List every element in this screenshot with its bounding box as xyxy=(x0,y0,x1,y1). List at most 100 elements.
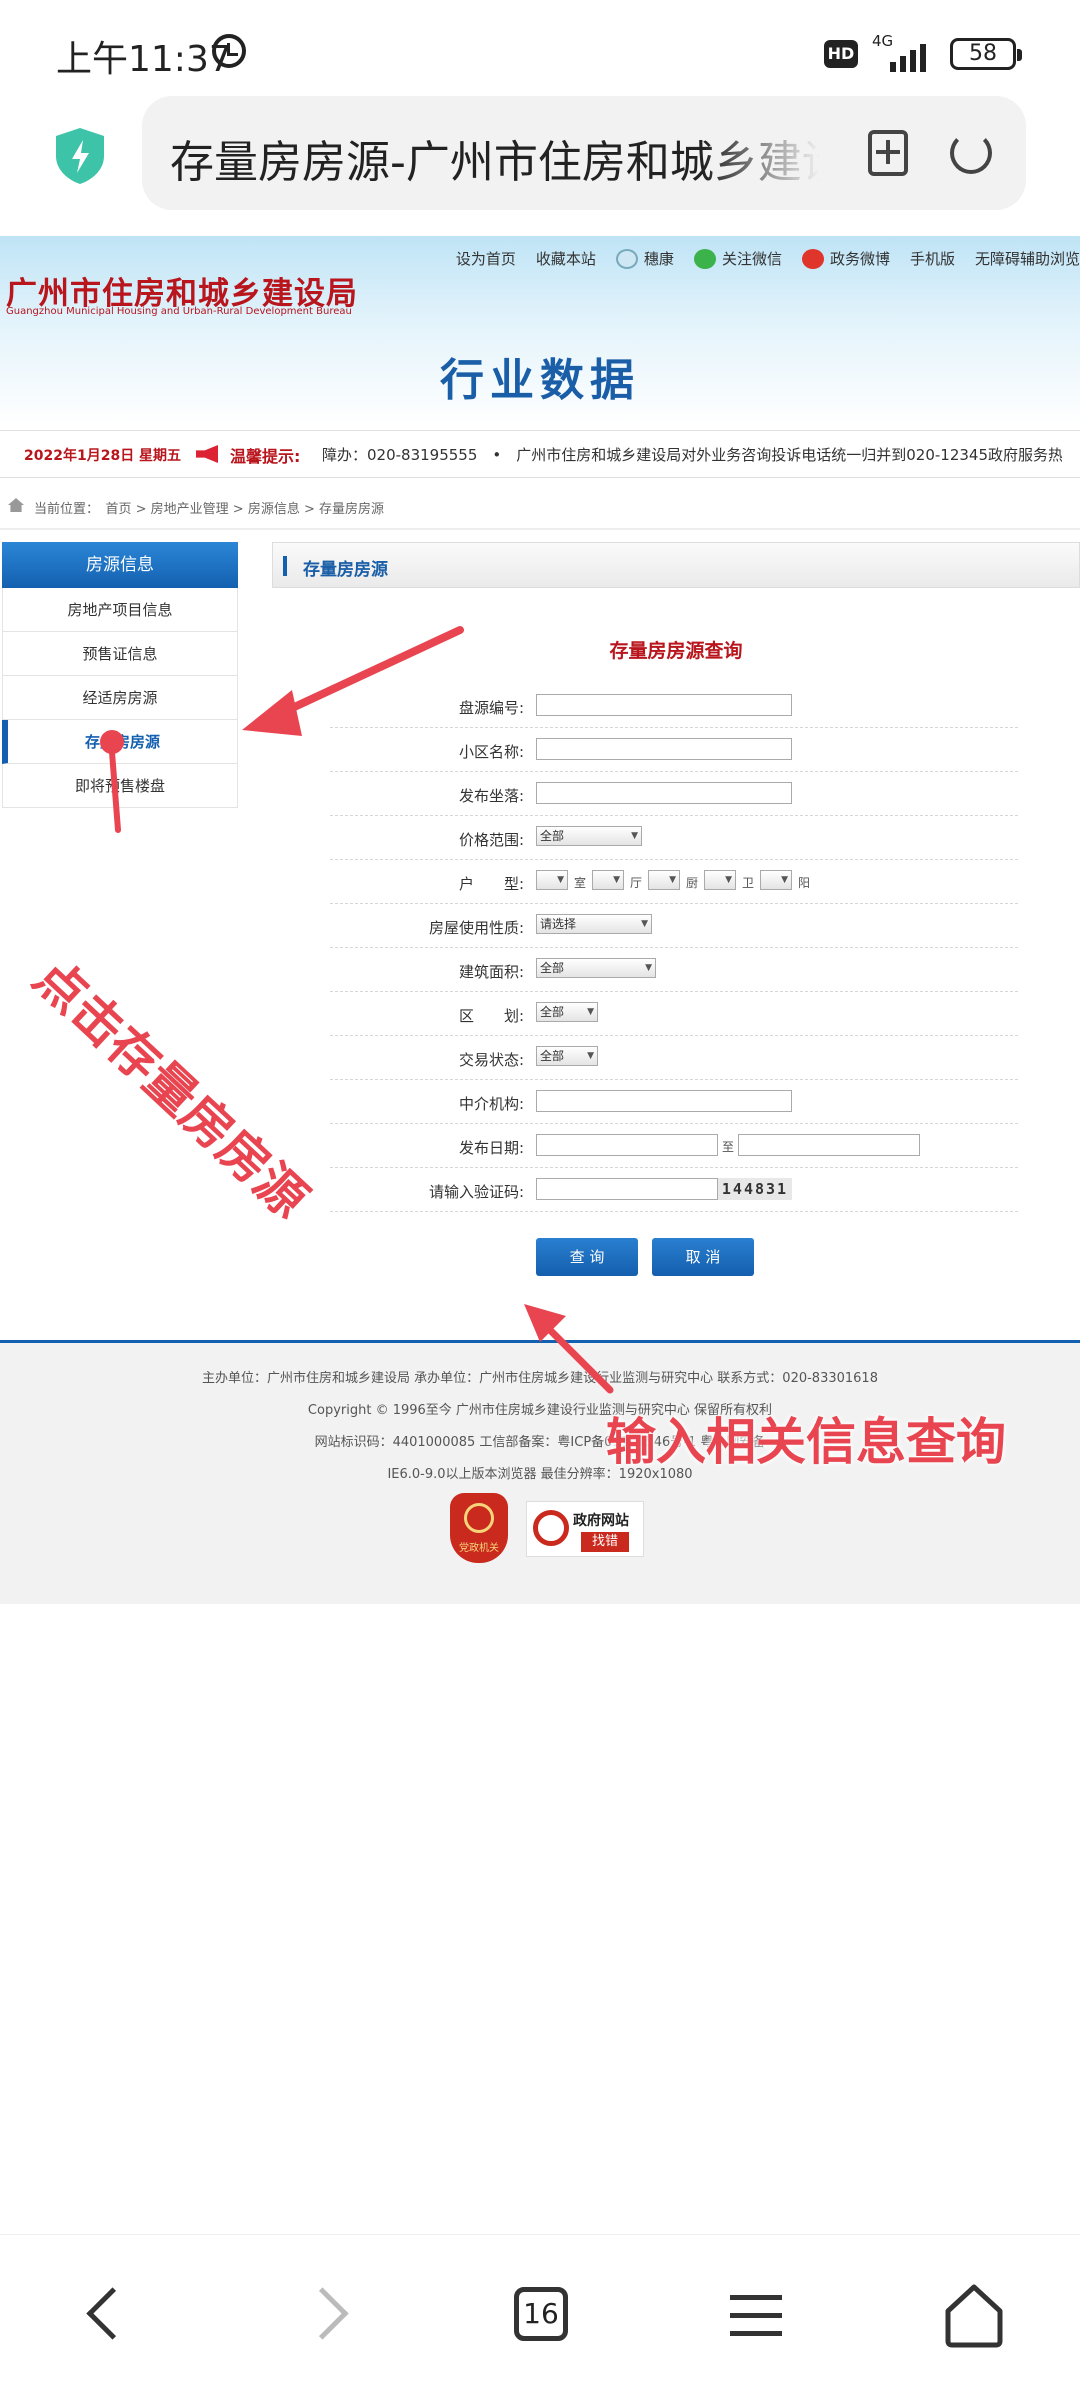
area-select[interactable]: 全部 xyxy=(536,958,656,978)
page-title[interactable]: 存量房房源-广州市住房和城乡建设局-行业数据 xyxy=(170,126,820,190)
tabs-button[interactable]: 16 xyxy=(500,2275,580,2355)
label-captcha: 请输入验证码: xyxy=(428,1183,524,1201)
site-logo-en: Guangzhou Municipal Housing and Urban-Ru… xyxy=(6,306,352,317)
label-community: 小区名称: xyxy=(458,743,524,761)
sidebar-item-affordable[interactable]: 经适房房源 xyxy=(2,676,238,720)
form-row-location: 发布坐落: xyxy=(330,772,1018,816)
notice-bar: 2022年1月28日 星期五 温馨提示: 障办：020-83195555 • 广… xyxy=(0,430,1080,478)
header-accent xyxy=(283,556,287,576)
home-button[interactable] xyxy=(934,2275,1014,2355)
unit-kitchen: 厨 xyxy=(686,876,699,890)
weibo-icon xyxy=(801,248,824,269)
baths-select[interactable] xyxy=(704,870,736,890)
status-time: 上午11:37 xyxy=(56,39,232,80)
community-input[interactable] xyxy=(536,738,792,760)
sidebar-title: 房源信息 xyxy=(2,542,238,588)
date-separator: 至 xyxy=(722,1140,735,1154)
gov-site-label: 政府网站 xyxy=(573,1513,629,1529)
notice-date: 2022年1月28日 星期五 xyxy=(24,448,182,464)
form-row-layout: 户 型: 室 厅 厨 卫 阳 xyxy=(330,860,1018,904)
form-row-area: 建筑面积: 全部 xyxy=(330,948,1018,992)
panel-title: 存量房房源 xyxy=(303,560,388,580)
breadcrumb-trail[interactable]: 当前位置： 首页 > 房地产业管理 > 房源信息 > 存量房房源 xyxy=(34,498,384,517)
network-type: 4G xyxy=(872,32,894,50)
form-row-date: 发布日期: 至 xyxy=(330,1124,1018,1168)
cancel-button[interactable]: 取 消 xyxy=(652,1238,754,1276)
annotation-query-hint: 输入相关信息查询 xyxy=(606,1413,1006,1471)
sidebar-item-upcoming-presale[interactable]: 即将预售楼盘 xyxy=(2,764,238,808)
sidebar-item-existing-housing[interactable]: 存量房房源 xyxy=(2,720,238,764)
date-from-input[interactable] xyxy=(536,1134,718,1156)
unit-hall: 厅 xyxy=(630,876,643,890)
security-shield-icon[interactable] xyxy=(52,126,108,186)
date-to-input[interactable] xyxy=(738,1134,920,1156)
top-links: 设为首页 收藏本站 穗康 关注微信 政务微博 手机版 无障碍辅助浏览 xyxy=(456,248,1080,269)
form-row-usage: 房屋使用性质: 请选择 xyxy=(330,904,1018,948)
form-row-agency: 中介机构: xyxy=(330,1080,1018,1124)
location-input[interactable] xyxy=(536,782,792,804)
agency-input[interactable] xyxy=(536,1090,792,1112)
usage-select[interactable]: 请选择 xyxy=(536,914,652,934)
link-weibo[interactable]: 政务微博 xyxy=(801,248,890,269)
web-page: 广州市住房和城乡建设局 Guangzhou Municipal Housing … xyxy=(0,236,1080,1604)
halls-select[interactable] xyxy=(592,870,624,890)
address-bar[interactable]: 存量房房源-广州市住房和城乡建设局-行业数据 xyxy=(142,96,1026,210)
menu-icon[interactable] xyxy=(716,2275,796,2355)
add-bookmark-icon[interactable] xyxy=(868,130,908,176)
home-icon xyxy=(8,498,24,512)
label-area: 建筑面积: xyxy=(458,963,524,981)
unit-balcony: 阳 xyxy=(798,876,811,890)
form-row-district: 区 划: 全部 xyxy=(330,992,1018,1036)
banner-title: 行业数据 xyxy=(440,355,640,406)
browser-bottom-nav: 16 xyxy=(0,2234,1080,2400)
hd-icon: HD xyxy=(824,40,858,68)
label-code: 盘源编号: xyxy=(458,699,524,717)
captcha-image[interactable]: 144831 xyxy=(718,1178,792,1200)
link-wechat[interactable]: 关注微信 xyxy=(693,248,782,269)
code-input[interactable] xyxy=(536,694,792,716)
captcha-input[interactable] xyxy=(536,1178,718,1200)
unit-bath: 卫 xyxy=(742,876,755,890)
notice-label: 温馨提示: xyxy=(230,447,301,466)
megaphone-icon xyxy=(196,445,218,463)
annotation-click-hint: 点击存量房房源 xyxy=(22,948,319,1230)
reload-icon[interactable] xyxy=(950,132,992,174)
district-select[interactable]: 全部 xyxy=(536,1002,598,1022)
label-usage: 房屋使用性质: xyxy=(428,919,524,937)
link-set-homepage[interactable]: 设为首页 xyxy=(456,248,516,269)
kitchens-select[interactable] xyxy=(648,870,680,890)
price-select[interactable]: 全部 xyxy=(536,826,642,846)
sidebar: 房源信息 房地产项目信息 预售证信息 经适房房源 存量房房源 即将预售楼盘 xyxy=(2,542,238,808)
label-price: 价格范围: xyxy=(458,831,524,849)
party-gov-badge[interactable]: 党政机关 xyxy=(450,1493,508,1563)
rooms-select[interactable] xyxy=(536,870,568,890)
status-bar: 上午11:37 HD 4G 58 xyxy=(0,0,1080,100)
form-row-captcha: 请输入验证码: 144831 xyxy=(330,1168,1018,1212)
label-status: 交易状态: xyxy=(458,1051,524,1069)
balconies-select[interactable] xyxy=(760,870,792,890)
unit-room: 室 xyxy=(574,876,587,890)
form-row-code: 盘源编号: xyxy=(330,684,1018,728)
emblem-icon xyxy=(464,1503,494,1533)
sidebar-item-projects[interactable]: 房地产项目信息 xyxy=(2,588,238,632)
label-district: 区 划: xyxy=(458,1007,524,1025)
link-bookmark-site[interactable]: 收藏本站 xyxy=(536,248,596,269)
link-accessibility[interactable]: 无障碍辅助浏览 xyxy=(975,248,1080,269)
link-mobile[interactable]: 手机版 xyxy=(910,248,955,269)
breadcrumb: 当前位置： 首页 > 房地产业管理 > 房源信息 > 存量房房源 xyxy=(0,486,1080,530)
link-suikang[interactable]: 穗康 xyxy=(615,248,674,269)
query-button[interactable]: 查 询 xyxy=(536,1238,638,1276)
magnifier-icon xyxy=(533,1510,569,1546)
gov-site-error-badge[interactable]: 政府网站 找错 xyxy=(526,1501,644,1557)
wechat-icon xyxy=(693,248,716,269)
label-location: 发布坐落: xyxy=(458,787,524,805)
forward-button[interactable] xyxy=(290,2275,370,2355)
form-row-status: 交易状态: 全部 xyxy=(330,1036,1018,1080)
footer-organizer: 主办单位：广州市住房和城乡建设局 承办单位：广州市住房城乡建设行业监测与研究中心… xyxy=(202,1371,878,1386)
back-button[interactable] xyxy=(66,2275,146,2355)
party-gov-label: 党政机关 xyxy=(459,1543,499,1554)
notice-ticker[interactable]: 障办：020-83195555 • 广州市住房和城乡建设局对外业务咨询投诉电话统… xyxy=(322,444,1062,465)
sidebar-item-presale-cert[interactable]: 预售证信息 xyxy=(2,632,238,676)
status-select[interactable]: 全部 xyxy=(536,1046,598,1066)
site-banner: 广州市住房和城乡建设局 Guangzhou Municipal Housing … xyxy=(0,236,1080,426)
